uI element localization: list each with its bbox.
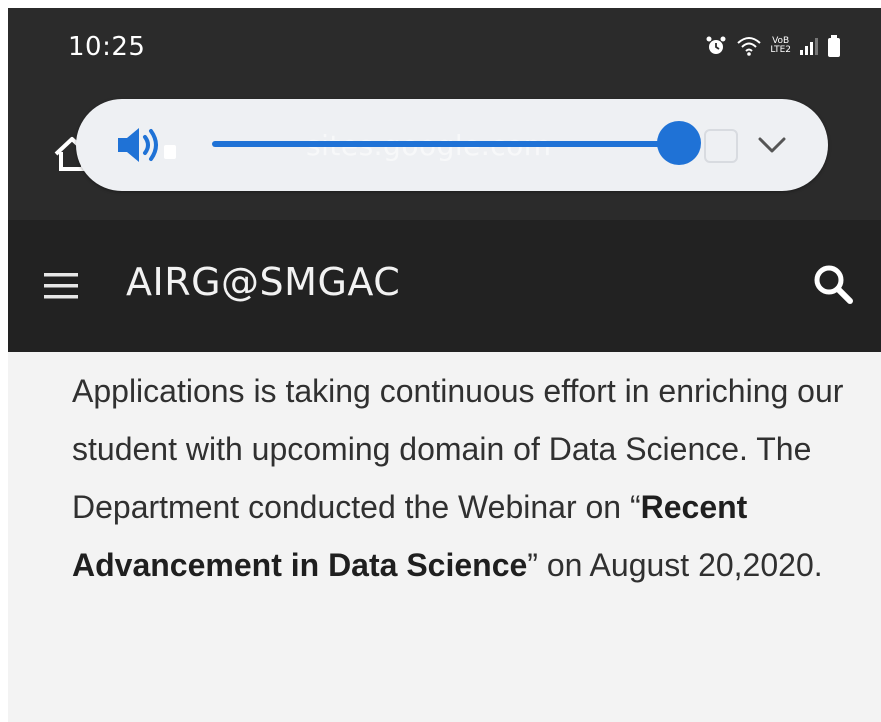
hamburger-menu-icon[interactable] [42, 270, 82, 306]
status-time: 10:25 [68, 32, 146, 62]
page-content: Applications is taking continuous effort… [8, 352, 881, 722]
tab-switcher-icon[interactable] [704, 129, 738, 163]
volume-icon[interactable] [114, 123, 178, 171]
site-title[interactable]: AIRG@SMGAC [126, 260, 400, 304]
lte-label: VoB LTE2 [770, 37, 791, 55]
network-label-bottom: LTE2 [770, 45, 791, 55]
signal-icon [799, 36, 819, 56]
alarm-icon [704, 34, 728, 58]
wifi-icon [736, 35, 762, 57]
volume-slider-thumb[interactable] [657, 121, 702, 165]
search-icon[interactable] [811, 262, 855, 310]
status-icons: VoB LTE2 [704, 34, 841, 58]
volume-slider-track[interactable] [212, 141, 700, 147]
volume-panel: sites.google.com [76, 99, 828, 191]
webinar-paragraph: Applications is taking continuous effort… [72, 362, 862, 594]
paragraph-text-after: ” on August 20,2020. [527, 547, 823, 583]
phone-screen: 10:25 VoB LTE2 AIRG@SMGAC Applications i… [0, 0, 881, 722]
chevron-down-icon[interactable] [756, 133, 788, 161]
app-bar: AIRG@SMGAC [8, 220, 881, 352]
battery-icon [827, 34, 841, 58]
